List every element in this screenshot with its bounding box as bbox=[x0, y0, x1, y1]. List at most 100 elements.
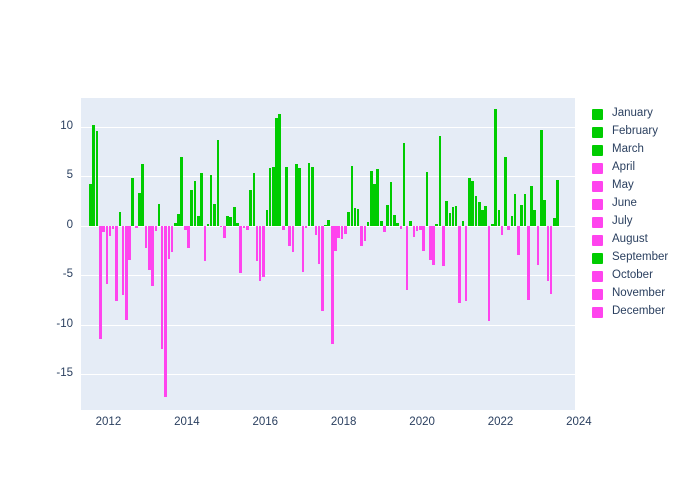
legend-item-october[interactable]: October bbox=[592, 267, 696, 285]
bar[interactable] bbox=[556, 180, 560, 226]
bar[interactable] bbox=[386, 204, 389, 226]
bar[interactable] bbox=[141, 164, 144, 226]
bar[interactable] bbox=[549, 225, 553, 295]
bar[interactable] bbox=[543, 200, 546, 226]
bar[interactable] bbox=[376, 169, 380, 226]
bar[interactable] bbox=[494, 108, 497, 226]
bar[interactable] bbox=[425, 172, 429, 226]
bar[interactable] bbox=[98, 225, 102, 339]
bar[interactable] bbox=[298, 168, 301, 226]
legend-item-april[interactable]: April bbox=[592, 159, 696, 177]
bar[interactable] bbox=[321, 225, 324, 311]
bar[interactable] bbox=[111, 225, 115, 229]
bar[interactable] bbox=[252, 173, 256, 226]
legend-item-august[interactable]: August bbox=[592, 231, 696, 249]
bar[interactable] bbox=[134, 225, 138, 228]
bar[interactable] bbox=[405, 225, 409, 291]
bar[interactable] bbox=[151, 225, 154, 287]
bar[interactable] bbox=[288, 225, 291, 246]
bar[interactable] bbox=[432, 225, 435, 266]
legend-item-december[interactable]: December bbox=[592, 303, 696, 321]
bar[interactable] bbox=[216, 139, 220, 226]
legend-item-september[interactable]: September bbox=[592, 249, 696, 267]
bar[interactable] bbox=[484, 205, 487, 226]
bar[interactable] bbox=[268, 168, 272, 226]
bar[interactable] bbox=[536, 225, 540, 266]
bar[interactable] bbox=[92, 124, 95, 226]
bar[interactable] bbox=[160, 225, 164, 349]
bar[interactable] bbox=[118, 211, 122, 226]
bar[interactable] bbox=[301, 225, 305, 273]
bar[interactable] bbox=[200, 173, 203, 226]
bar[interactable] bbox=[285, 167, 288, 226]
bar[interactable] bbox=[517, 225, 520, 256]
bar[interactable] bbox=[487, 225, 491, 321]
bar[interactable] bbox=[128, 225, 131, 261]
bar[interactable] bbox=[415, 225, 419, 231]
bar[interactable] bbox=[500, 225, 504, 235]
bar[interactable] bbox=[203, 225, 207, 262]
legend-item-march[interactable]: March bbox=[592, 141, 696, 159]
bar[interactable] bbox=[513, 194, 517, 226]
bar[interactable] bbox=[249, 190, 252, 226]
bar[interactable] bbox=[402, 142, 406, 226]
bar[interactable] bbox=[95, 130, 99, 226]
legend-item-november[interactable]: November bbox=[592, 285, 696, 303]
bar[interactable] bbox=[458, 225, 462, 304]
bar[interactable] bbox=[507, 225, 511, 230]
bar[interactable] bbox=[523, 194, 527, 226]
bar[interactable] bbox=[327, 219, 331, 226]
bar[interactable] bbox=[445, 201, 448, 226]
bar[interactable] bbox=[304, 225, 308, 228]
bar[interactable] bbox=[154, 225, 158, 231]
bar[interactable] bbox=[239, 225, 242, 274]
bar[interactable] bbox=[131, 178, 135, 226]
bar[interactable] bbox=[170, 225, 174, 252]
bar[interactable] bbox=[438, 135, 442, 226]
bar[interactable] bbox=[223, 225, 226, 238]
bar[interactable] bbox=[262, 225, 265, 278]
bar[interactable] bbox=[474, 196, 478, 226]
bar[interactable] bbox=[115, 225, 118, 302]
bar[interactable] bbox=[209, 175, 213, 226]
bar[interactable] bbox=[435, 223, 438, 226]
bar[interactable] bbox=[317, 225, 321, 265]
bar[interactable] bbox=[552, 217, 556, 226]
bar[interactable] bbox=[343, 225, 347, 234]
legend-item-february[interactable]: February bbox=[592, 123, 696, 141]
legend-item-june[interactable]: June bbox=[592, 195, 696, 213]
bar[interactable] bbox=[219, 225, 223, 227]
legend-item-july[interactable]: July bbox=[592, 213, 696, 231]
bar[interactable] bbox=[399, 225, 403, 229]
bar[interactable] bbox=[396, 222, 399, 226]
bar[interactable] bbox=[278, 113, 282, 226]
bar[interactable] bbox=[291, 225, 295, 252]
bar[interactable] bbox=[363, 225, 367, 241]
bar[interactable] bbox=[347, 211, 350, 226]
bar[interactable] bbox=[533, 209, 536, 226]
bar[interactable] bbox=[190, 190, 193, 226]
bar[interactable] bbox=[422, 225, 425, 251]
bar[interactable] bbox=[180, 157, 184, 226]
bar[interactable] bbox=[441, 225, 445, 267]
bar[interactable] bbox=[187, 225, 190, 248]
bar[interactable] bbox=[383, 225, 386, 232]
bar[interactable] bbox=[311, 167, 314, 226]
bar[interactable] bbox=[307, 163, 311, 226]
bar[interactable] bbox=[157, 203, 161, 226]
bar[interactable] bbox=[258, 225, 262, 282]
legend-item-may[interactable]: May bbox=[592, 177, 696, 195]
bar[interactable] bbox=[102, 225, 105, 232]
bar[interactable] bbox=[356, 208, 360, 226]
bar[interactable] bbox=[121, 225, 125, 296]
bar[interactable] bbox=[464, 225, 468, 302]
bar[interactable] bbox=[503, 157, 507, 226]
bar[interactable] bbox=[497, 209, 501, 226]
bar[interactable] bbox=[229, 216, 233, 226]
bar[interactable] bbox=[245, 225, 249, 230]
bar[interactable] bbox=[366, 221, 370, 226]
bar[interactable] bbox=[527, 225, 530, 301]
bar[interactable] bbox=[282, 225, 285, 230]
bar[interactable] bbox=[337, 225, 340, 238]
legend-item-january[interactable]: January bbox=[592, 105, 696, 123]
